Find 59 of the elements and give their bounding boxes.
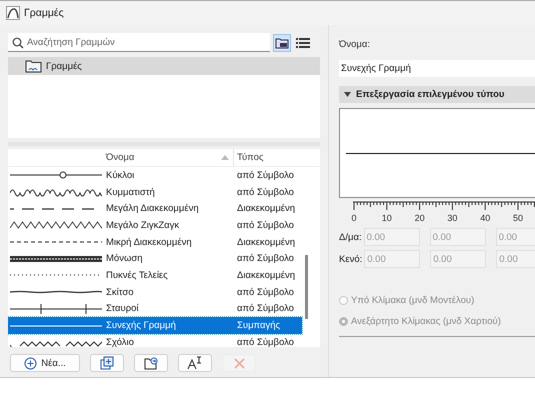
table-cell-text: από Σύμβολο <box>236 336 295 347</box>
search-icon <box>12 37 24 49</box>
table-cell-text: Μόνωση <box>105 253 144 264</box>
table-row[interactable]: Συνεχής Γραμμή Συμπαγής <box>8 317 302 334</box>
table-row[interactable]: Σχόλιο από Σύμβολο <box>8 334 302 347</box>
table-cell-text: από Σύμβολο <box>236 170 295 181</box>
table-cell-text: Συνεχής Γραμμή <box>105 320 177 332</box>
table-cell-text: Μεγάλη Διακεκομμένη <box>105 203 200 214</box>
import-button[interactable] <box>134 354 168 372</box>
app-icon <box>6 6 20 20</box>
table-row[interactable]: Πυκνές Τελείες Διακεκομμένη <box>8 267 302 284</box>
duplicate-icon <box>100 356 114 370</box>
table-cell-text: Σκίτσο <box>105 286 134 298</box>
table-row[interactable]: Σταυροί από Σύμβολο <box>8 300 302 318</box>
rename-button[interactable] <box>178 354 212 372</box>
name-field[interactable]: Συνεχής Γραμμή <box>339 60 535 77</box>
table-row[interactable]: Μόνωση από Σύμβολο <box>8 250 302 268</box>
table-cell-text: Σταυροί <box>105 303 140 314</box>
section-header[interactable]: Επεξεργασία επιλεγμένου τύπου <box>339 86 535 103</box>
table-row[interactable]: Μεγάλο ΖιγκΖαγκ από Σύμβολο <box>8 217 302 234</box>
table-cell-text: Διακεκομμένη <box>236 203 296 214</box>
sort-icon <box>221 155 229 160</box>
plus-icon <box>24 356 38 370</box>
table-cell-text: από Σύμβολο <box>236 220 295 231</box>
table-row[interactable]: Κύκλοι από Σύμβολο <box>8 167 302 184</box>
expand-icon <box>344 92 351 98</box>
table-cell-text: Διακεκομμένη <box>236 236 296 248</box>
folder-arrow-icon <box>144 356 158 370</box>
search-field[interactable]: Αναζήτηση Γραμμών <box>8 33 270 52</box>
table-row[interactable]: Κυμματιστή από Σύμβολο <box>8 184 302 200</box>
dash-label: Κενό: <box>339 254 364 264</box>
table-cell-text: Κύκλοι <box>105 170 136 181</box>
table-cell-text: Σχόλιο <box>105 336 135 347</box>
table-cell-text: Συμπαγής <box>236 320 282 332</box>
column-header[interactable]: Τύπος <box>234 149 299 166</box>
table-row[interactable]: Μεγάλη Διακεκομμένη Διακεκομμένη <box>8 200 302 218</box>
table-row[interactable]: Μικρή Διακεκομμένη Διακεκομμένη <box>8 234 302 250</box>
window-title: Γραμμές <box>24 7 64 19</box>
table-cell-text: Μικρή Διακεκομμένη <box>105 236 193 248</box>
duplicate-button[interactable] <box>90 354 124 372</box>
tree-item[interactable]: Γραμμές <box>8 57 320 75</box>
new-button[interactable]: Νέα... <box>10 354 80 372</box>
table-row[interactable]: Σκίτσο από Σύμβολο <box>8 284 302 300</box>
table-cell-text: Πυκνές Τελείες <box>105 270 169 281</box>
column-header[interactable]: Όνομα <box>104 149 234 166</box>
folder-icon <box>25 59 43 73</box>
folder-view-button[interactable] <box>273 34 291 52</box>
dash-label: Δ/μα: <box>339 232 363 242</box>
ruler-drawing: 0 10 20 30 40 50 <box>339 201 535 223</box>
table-cell-text: Μεγάλο ΖιγκΖαγκ <box>105 220 180 231</box>
table-cell-text: Διακεκομμένη <box>236 270 296 281</box>
rename-icon <box>187 356 203 370</box>
table-cell-text: από Σύμβολο <box>236 303 295 314</box>
table-cell-text: από Σύμβολο <box>236 286 295 298</box>
table-cell-text: από Σύμβολο <box>236 186 295 198</box>
name-label: Όνομα: <box>339 39 371 51</box>
table-cell-text: από Σύμβολο <box>236 253 295 264</box>
table-cell-text: Κυμματιστή <box>105 186 156 198</box>
close-icon <box>232 356 246 370</box>
